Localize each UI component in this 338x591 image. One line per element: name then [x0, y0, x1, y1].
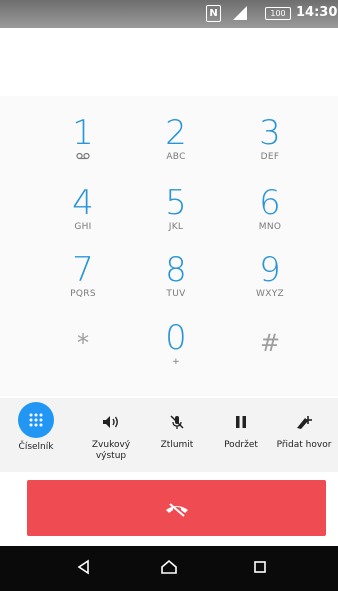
key-digit: 8: [165, 250, 187, 290]
mute-label: Ztlumit: [160, 440, 194, 450]
hold-label: Podržet: [224, 440, 258, 450]
key-5[interactable]: 5 JKL: [126, 186, 226, 232]
key-letters: +: [172, 357, 180, 367]
key-letters: TUV: [166, 289, 186, 299]
speaker-button[interactable]: Zvukový výstup: [76, 398, 146, 462]
key-symbol: #: [259, 329, 281, 357]
key-8[interactable]: 8 TUV: [126, 253, 226, 299]
key-1[interactable]: 1: [33, 116, 133, 163]
key-star[interactable]: *: [33, 328, 133, 358]
key-digit: 7: [72, 250, 94, 290]
status-time: 14:30: [296, 5, 338, 20]
add-call-label: Přidat hovor: [276, 440, 332, 450]
back-nav-icon[interactable]: [74, 559, 94, 579]
call-actions: Číselník Zvukový výstup Ztlumit Podržet …: [0, 398, 338, 472]
hold-button[interactable]: Podržet: [206, 398, 276, 451]
status-bar: N 100 14:30: [0, 0, 338, 28]
recents-nav-icon[interactable]: [250, 559, 270, 579]
speaker-label-line1: Zvukový: [91, 440, 131, 450]
key-4[interactable]: 4 GHI: [33, 186, 133, 232]
dialpad-grid-icon: [18, 402, 54, 438]
key-letters: PQRS: [70, 289, 96, 299]
mute-button[interactable]: Ztlumit: [142, 398, 212, 451]
key-0[interactable]: 0 +: [126, 321, 226, 367]
key-digit: 1: [72, 113, 94, 153]
key-letters: JKL: [168, 222, 184, 232]
navigation-bar: [0, 546, 338, 591]
key-6[interactable]: 6 MNO: [220, 186, 320, 232]
voicemail-icon: [33, 152, 133, 163]
dialpad-label: Číselník: [18, 442, 54, 452]
dialpad-button[interactable]: Číselník: [8, 398, 64, 453]
key-digit: 5: [165, 183, 187, 223]
key-3[interactable]: 3 DEF: [220, 116, 320, 162]
key-letters: ABC: [166, 152, 186, 162]
home-nav-icon[interactable]: [159, 559, 179, 579]
key-symbol: *: [77, 329, 89, 357]
key-hash[interactable]: #: [220, 328, 320, 358]
pause-icon: [206, 404, 276, 440]
key-7[interactable]: 7 PQRS: [33, 253, 133, 299]
mic-off-icon: [142, 404, 212, 440]
dialpad: 1 2 ABC 3 DEF 4 GHI 5 JKL 6 MNO 7 PQRS 8…: [0, 96, 338, 396]
speaker-icon: [76, 404, 146, 440]
key-letters: DEF: [260, 152, 280, 162]
battery-icon: 100: [265, 7, 291, 20]
add-call-icon: [270, 404, 338, 440]
key-letters: MNO: [258, 222, 282, 232]
key-digit: 4: [72, 183, 94, 223]
key-letters: WXYZ: [256, 289, 284, 299]
key-digit: 2: [165, 113, 187, 153]
key-9[interactable]: 9 WXYZ: [220, 253, 320, 299]
add-call-button[interactable]: Přidat hovor: [270, 398, 338, 451]
key-digit: 3: [259, 113, 281, 153]
key-2[interactable]: 2 ABC: [126, 116, 226, 162]
key-digit: 6: [259, 183, 281, 223]
nfc-icon: N: [206, 5, 221, 22]
key-digit: 0: [165, 318, 187, 358]
call-end-icon: [164, 498, 190, 520]
speaker-label-line2: výstup: [95, 451, 127, 461]
key-digit: 9: [259, 250, 281, 290]
signal-icon: [233, 6, 247, 20]
end-call-button[interactable]: [27, 480, 326, 536]
key-letters: GHI: [74, 222, 92, 232]
